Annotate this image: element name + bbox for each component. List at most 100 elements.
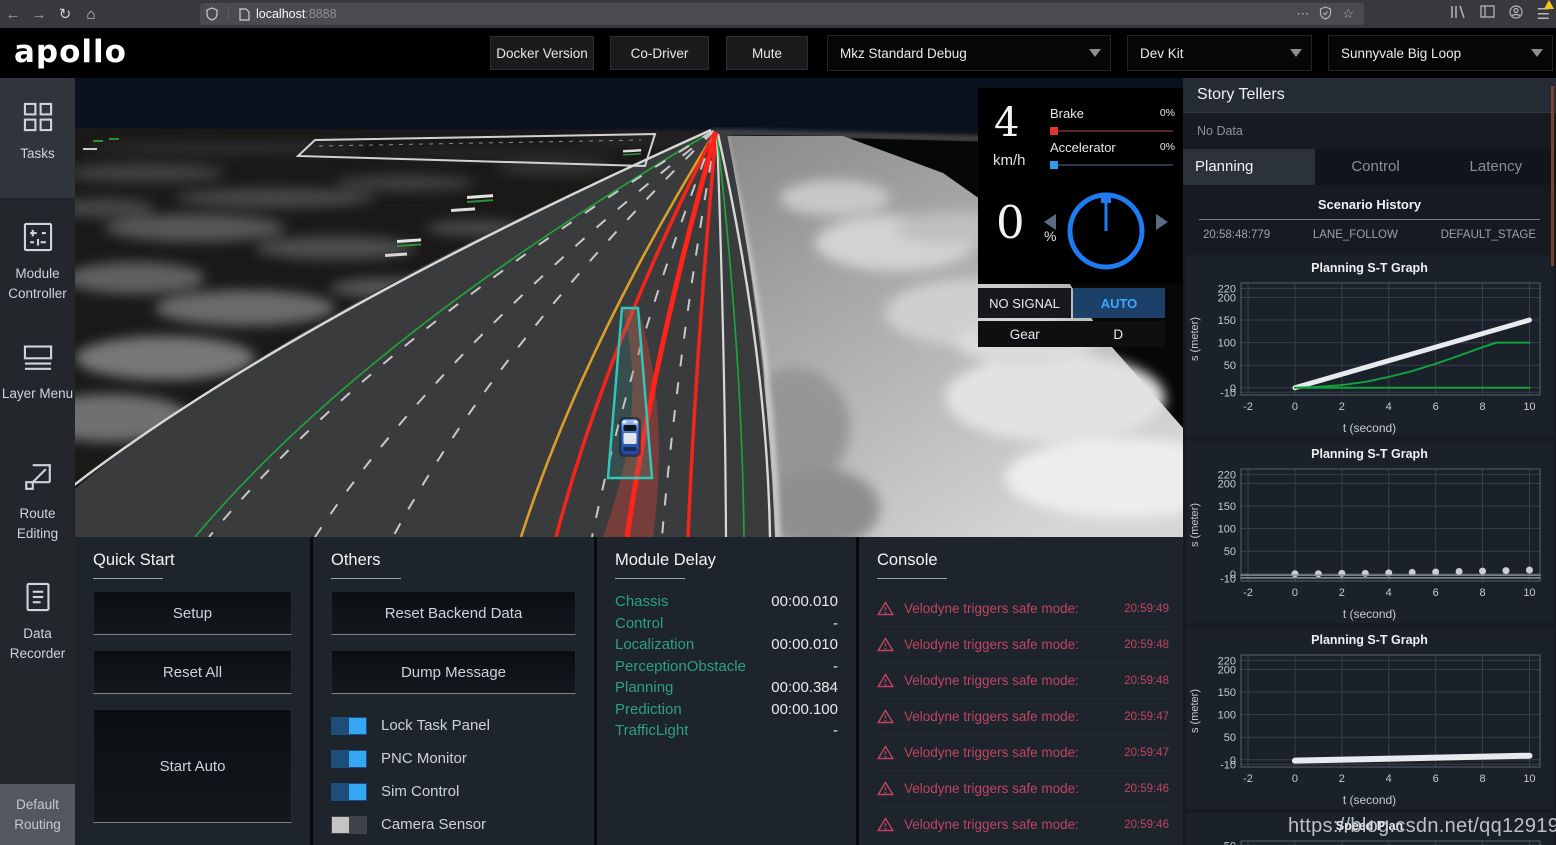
reset-all-button[interactable]: Reset All <box>93 650 292 694</box>
others-panel: Others Reset Backend Data Dump Message L… <box>313 537 594 845</box>
mute-button[interactable]: Mute <box>726 36 808 70</box>
pnc-monitor-panel: Story Tellers No Data Planning Control L… <box>1183 78 1556 845</box>
browser-back-button[interactable]: ← <box>0 6 26 23</box>
sidebar-item-tasks[interactable]: Tasks <box>0 78 75 198</box>
warning-icon <box>877 745 894 760</box>
story-tellers-empty: No Data <box>1197 124 1243 138</box>
svg-text:100: 100 <box>1218 524 1236 536</box>
toggle-switch[interactable] <box>331 782 367 801</box>
gear-label: Gear <box>1009 326 1040 342</box>
toggle-label: PNC Monitor <box>381 750 467 767</box>
driving-mode-status: AUTO <box>1073 288 1165 318</box>
chart-plot: -2 0 2 4 6 8 10 220 200 150 100 50 0 -10 s (meter) <box>1186 277 1553 421</box>
bookmark-star-icon[interactable]: ☆ <box>1342 6 1354 22</box>
dump-message-button[interactable]: Dump Message <box>331 650 576 694</box>
signal-mode-row: NO SIGNAL AUTO <box>978 288 1165 318</box>
svg-text:150: 150 <box>1218 501 1236 513</box>
tab-planning[interactable]: Planning <box>1183 149 1316 185</box>
svg-text:-10: -10 <box>1220 759 1236 771</box>
accelerator-knob <box>1050 161 1058 169</box>
url-port: :8888 <box>305 7 337 21</box>
delay-row-prediction: Prediction 00:00.100 <box>615 700 838 718</box>
speed-value: 4 <box>994 100 1020 146</box>
scrollbar-thumb[interactable] <box>1551 86 1554 266</box>
page-icon <box>239 7 250 21</box>
default-routing-label: Default Routing <box>14 796 61 832</box>
module-delay-title: Module Delay <box>615 551 716 569</box>
svg-text:150: 150 <box>1218 315 1236 327</box>
console-panel: Console Velodyne triggers safe mode: 20:… <box>859 537 1183 845</box>
steering-value: 0 <box>996 196 1025 249</box>
svg-text:200: 200 <box>1218 478 1236 490</box>
warning-icon <box>877 817 894 832</box>
apollo-logo: apollo <box>14 34 127 70</box>
menu-icon[interactable]: ☰ <box>1537 0 1554 23</box>
svg-text:6: 6 <box>1433 401 1439 413</box>
toggle-knob <box>332 816 349 833</box>
sidebar-item-layer-menu[interactable]: Layer Menu <box>0 318 75 438</box>
tab-control[interactable]: Control <box>1315 149 1435 185</box>
setup-mode-dropdown[interactable]: Mkz Standard Debug <box>827 35 1111 71</box>
svg-text:8: 8 <box>1479 773 1485 785</box>
toggle-knob <box>349 783 366 800</box>
divider <box>1199 219 1540 220</box>
sidebar-item-data-recorder[interactable]: Data Recorder <box>0 558 75 678</box>
url-bar[interactable]: localhost:8888 ⋯ ☆ <box>200 3 1364 25</box>
delay-row-perception: PerceptionObstacle - <box>615 657 838 675</box>
steer-right-arrow-icon <box>1156 214 1168 230</box>
warning-icon <box>877 781 894 796</box>
svg-text:10: 10 <box>1523 401 1535 413</box>
docker-version-button[interactable]: Docker Version <box>490 36 594 70</box>
console-entry: Velodyne triggers safe mode: 20:59:49 <box>877 591 1169 626</box>
sidebar-item-label: Layer Menu <box>1 386 74 401</box>
setup-button[interactable]: Setup <box>93 591 292 635</box>
map-dropdown[interactable]: Sunnyvale Big Loop <box>1328 35 1553 71</box>
tracking-shield-icon[interactable] <box>1319 5 1332 23</box>
svg-text:2: 2 <box>1339 587 1345 599</box>
planning-st-graph-3: Planning S-T Graph -2 0 2 4 6 8 10 220 200 150 100… <box>1186 627 1553 809</box>
chart-title: Planning S-T Graph <box>1311 261 1428 275</box>
sidebar-item-route-editing[interactable]: Route Editing <box>0 438 75 558</box>
browser-forward-button[interactable]: → <box>26 6 52 23</box>
pnc-monitor-toggle[interactable]: PNC Monitor <box>331 742 576 775</box>
svg-text:100: 100 <box>1218 710 1236 722</box>
reset-backend-data-button[interactable]: Reset Backend Data <box>331 591 576 635</box>
sidebars-icon[interactable] <box>1479 5 1495 23</box>
chart-xlabel: t (second) <box>1342 421 1397 435</box>
library-icon[interactable] <box>1450 5 1466 24</box>
lock-task-panel-toggle[interactable]: Lock Task Panel <box>331 709 576 742</box>
sidebar-item-label: Module Controller <box>8 266 67 301</box>
sidebar-item-module-controller[interactable]: Module Controller <box>0 198 75 318</box>
svg-text:8: 8 <box>1479 401 1485 413</box>
brake-slider <box>1050 127 1173 135</box>
console-entry: Velodyne triggers safe mode: 20:59:48 <box>877 626 1169 662</box>
svg-text:50: 50 <box>1224 732 1236 744</box>
svg-text:-10: -10 <box>1220 387 1236 399</box>
co-driver-button[interactable]: Co-Driver <box>610 36 709 70</box>
tab-latency[interactable]: Latency <box>1436 149 1556 185</box>
toggle-switch[interactable] <box>331 749 367 768</box>
console-entry: Velodyne triggers safe mode: 20:59:46 <box>877 770 1169 806</box>
browser-home-button[interactable]: ⌂ <box>78 6 104 23</box>
page-actions-icon[interactable]: ⋯ <box>1296 6 1309 22</box>
steering-wheel-icon <box>1044 192 1168 270</box>
vehicle-dashboard: 4 km/h Brake 0% Accelerator 0% 0 % NO SI… <box>978 88 1183 347</box>
sidebar: Tasks Module Controller Layer Menu Route… <box>0 78 75 845</box>
module-delay-panel: Module Delay Chassis 00:00.010 Control - L… <box>597 537 856 845</box>
start-auto-button[interactable]: Start Auto <box>93 709 292 823</box>
account-icon[interactable] <box>1508 4 1523 24</box>
chart-xlabel: t (second) <box>1342 607 1397 621</box>
dashboard-main: 4 km/h Brake 0% Accelerator 0% 0 % <box>978 88 1183 284</box>
svg-text:4: 4 <box>1386 401 1392 413</box>
toggle-switch[interactable] <box>331 716 367 735</box>
vehicle-dropdown[interactable]: Dev Kit <box>1127 35 1312 71</box>
camera-sensor-toggle[interactable]: Camera Sensor <box>331 808 576 841</box>
map-value: Sunnyvale Big Loop <box>1341 45 1462 61</box>
warning-icon <box>877 709 894 724</box>
browser-reload-button[interactable]: ↻ <box>52 5 78 23</box>
default-routing-button[interactable]: Default Routing <box>0 784 75 845</box>
vehicle-value: Dev Kit <box>1140 45 1184 61</box>
toggle-switch[interactable] <box>331 815 367 834</box>
sim-control-toggle[interactable]: Sim Control <box>331 775 576 808</box>
controller-icon <box>23 222 52 252</box>
